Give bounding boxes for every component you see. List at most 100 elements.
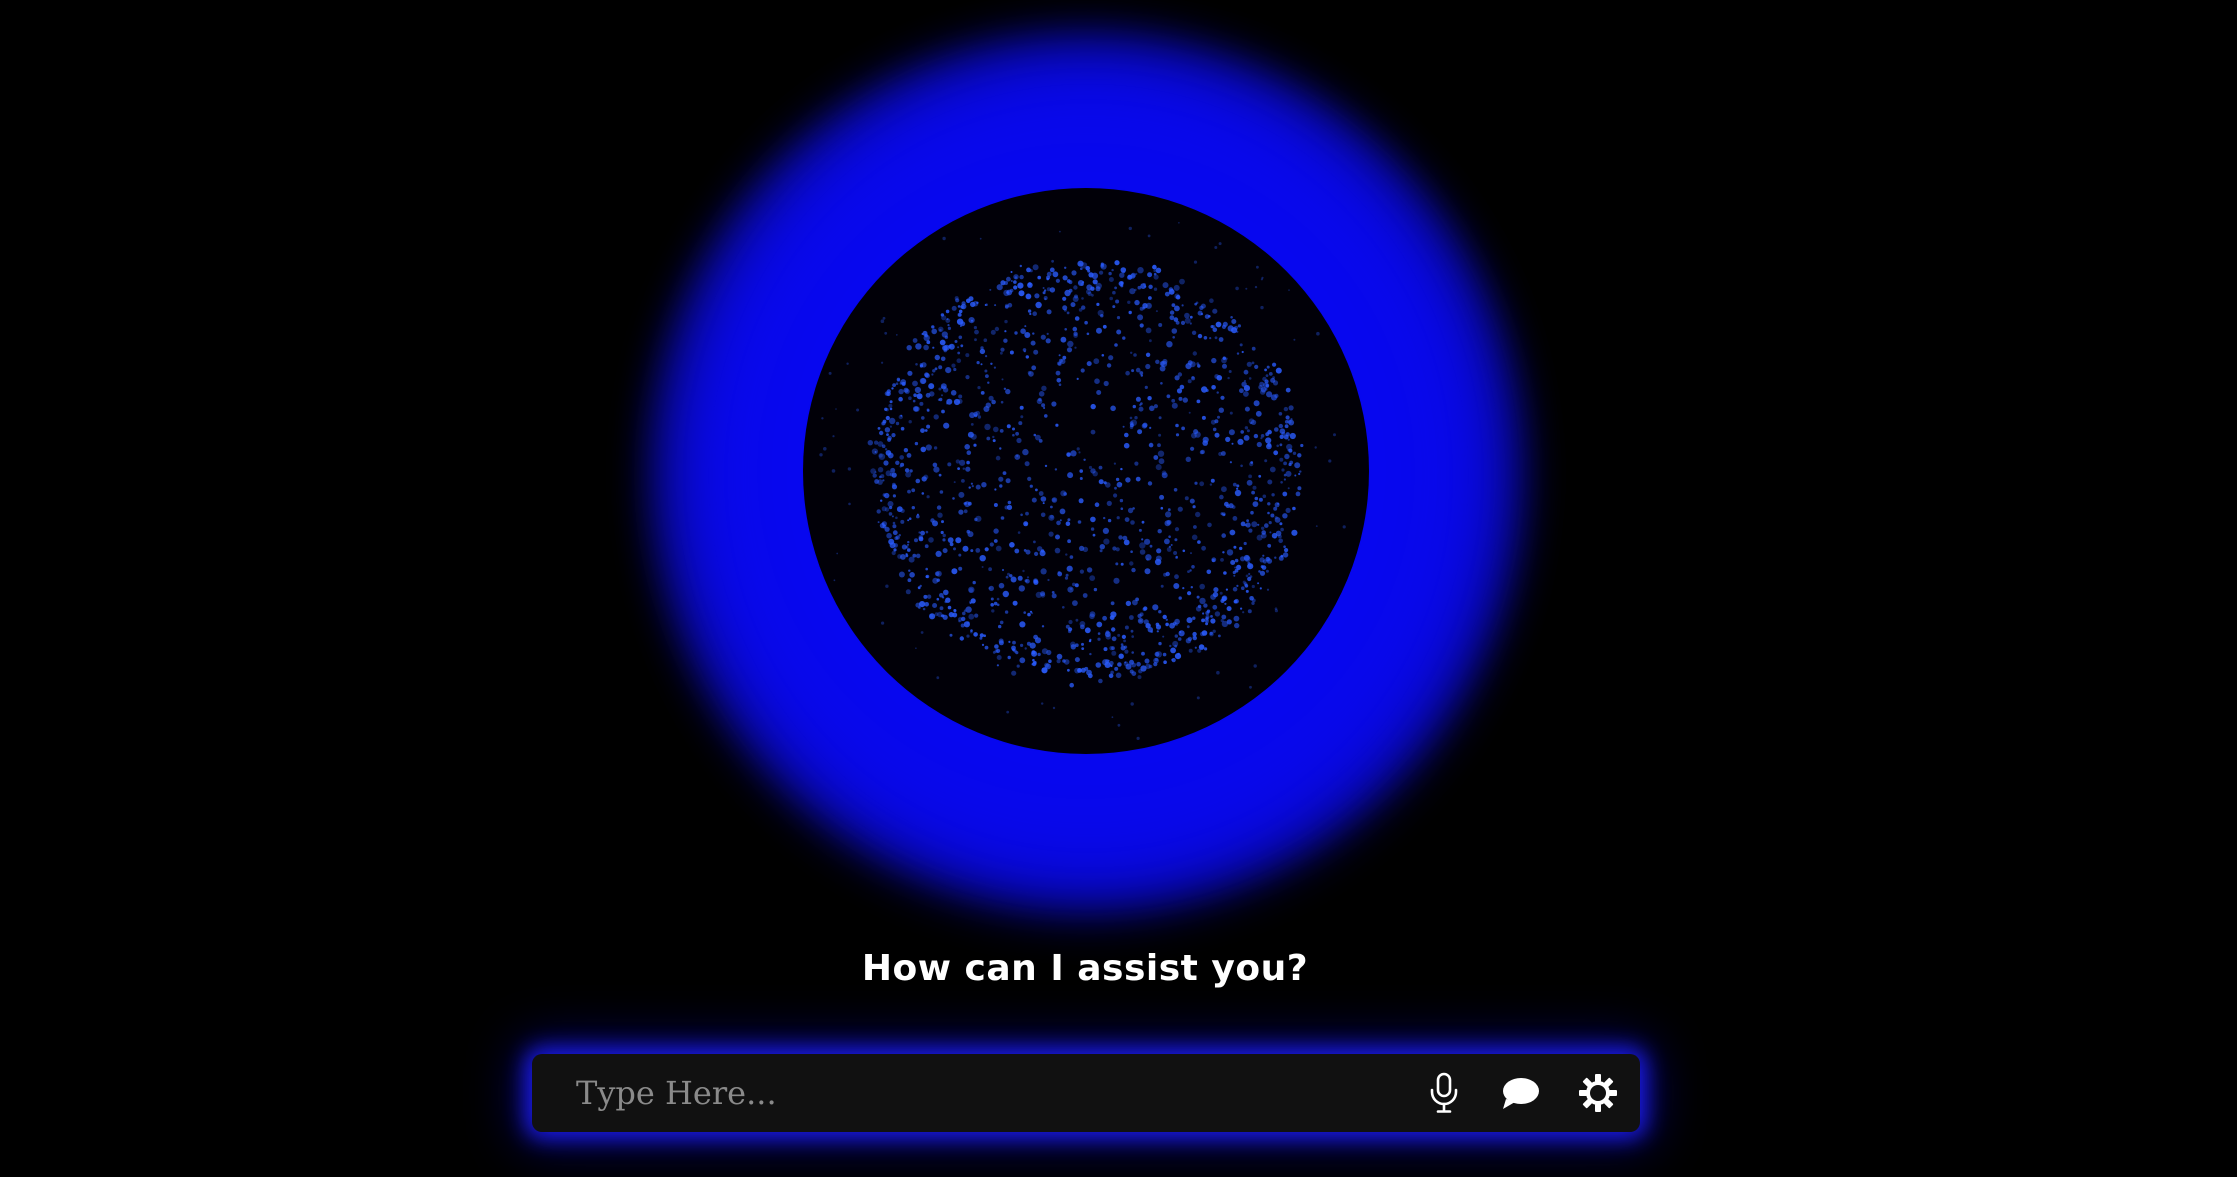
particle (1041, 385, 1047, 391)
particle (1047, 578, 1050, 582)
particle (1029, 610, 1033, 613)
particle (939, 490, 944, 494)
particle (1005, 575, 1009, 579)
particle (975, 484, 981, 490)
particle (1189, 322, 1192, 325)
particle (1109, 615, 1115, 620)
particle (1200, 312, 1204, 316)
particle (1212, 308, 1218, 314)
particle (1248, 377, 1252, 380)
particle (1200, 449, 1205, 455)
particle (1175, 555, 1178, 559)
settings-button[interactable] (1568, 1063, 1628, 1123)
particle (1035, 591, 1042, 598)
particle (970, 482, 973, 485)
particle (1191, 432, 1197, 439)
particle (1003, 387, 1007, 390)
particle (1137, 267, 1144, 274)
particle (1064, 266, 1067, 269)
particle (996, 648, 1001, 653)
chat-button[interactable] (1491, 1063, 1551, 1123)
particle (1213, 587, 1219, 593)
particle (1096, 621, 1103, 628)
particle (1111, 627, 1116, 632)
particle (1192, 616, 1196, 620)
particle (1166, 341, 1173, 348)
particle (1169, 622, 1175, 629)
particle (1231, 505, 1236, 509)
particle (1027, 612, 1031, 617)
particle (1260, 565, 1264, 569)
message-input[interactable] (532, 1053, 1397, 1133)
particle (1187, 379, 1192, 384)
particle (989, 288, 992, 291)
particle (1040, 334, 1046, 340)
particle (1286, 443, 1293, 451)
particle (1199, 583, 1205, 590)
particle (1225, 436, 1231, 442)
particle (1133, 353, 1137, 357)
particle (1162, 635, 1165, 638)
particle (1152, 604, 1159, 611)
particle (930, 518, 935, 523)
particle (1064, 328, 1067, 331)
particle (1282, 491, 1288, 497)
particle (1280, 554, 1284, 558)
particle (1111, 650, 1117, 656)
particle (1016, 664, 1020, 668)
particle (1181, 426, 1185, 431)
particle (912, 553, 917, 558)
particle (1044, 414, 1048, 418)
particle (1031, 365, 1037, 371)
particle (915, 647, 917, 649)
particle (1153, 455, 1159, 460)
particle (1135, 272, 1138, 276)
particle (1234, 558, 1239, 563)
particle (1055, 278, 1060, 283)
particle (1248, 418, 1255, 424)
particle (923, 344, 929, 351)
particle (956, 358, 962, 363)
particle (1222, 551, 1225, 554)
particle (998, 640, 1004, 646)
particle (1271, 493, 1275, 497)
particle (1109, 296, 1113, 301)
particle (1074, 316, 1080, 321)
particle (1244, 426, 1249, 430)
particle (1186, 625, 1190, 629)
particle (1135, 396, 1141, 402)
particle (1111, 716, 1114, 719)
particle (912, 338, 918, 343)
particle (1189, 569, 1192, 572)
particle (964, 501, 971, 508)
particle (1013, 274, 1019, 280)
particle (1158, 610, 1162, 614)
particle (1184, 312, 1190, 319)
particle (1241, 350, 1244, 354)
particle (1128, 226, 1132, 231)
particle (1145, 663, 1151, 670)
particle (1177, 652, 1180, 656)
particle (879, 430, 884, 436)
particle (1005, 388, 1011, 395)
particle (1266, 365, 1270, 369)
particle (906, 453, 912, 458)
particle (1165, 622, 1169, 627)
particle (936, 597, 940, 601)
particle (1044, 662, 1049, 668)
particle (1289, 432, 1296, 440)
particle (1056, 378, 1062, 383)
microphone-button[interactable] (1414, 1063, 1474, 1123)
particle (1250, 461, 1254, 464)
particle (1049, 267, 1055, 273)
particle (949, 542, 954, 547)
particle (981, 482, 987, 488)
particle (1229, 411, 1233, 415)
particle (1224, 501, 1229, 507)
particle (1221, 614, 1227, 620)
particle (1181, 304, 1184, 307)
particle (1190, 446, 1195, 451)
particle (1116, 329, 1122, 335)
particle (1240, 521, 1246, 527)
particle (1284, 424, 1289, 429)
